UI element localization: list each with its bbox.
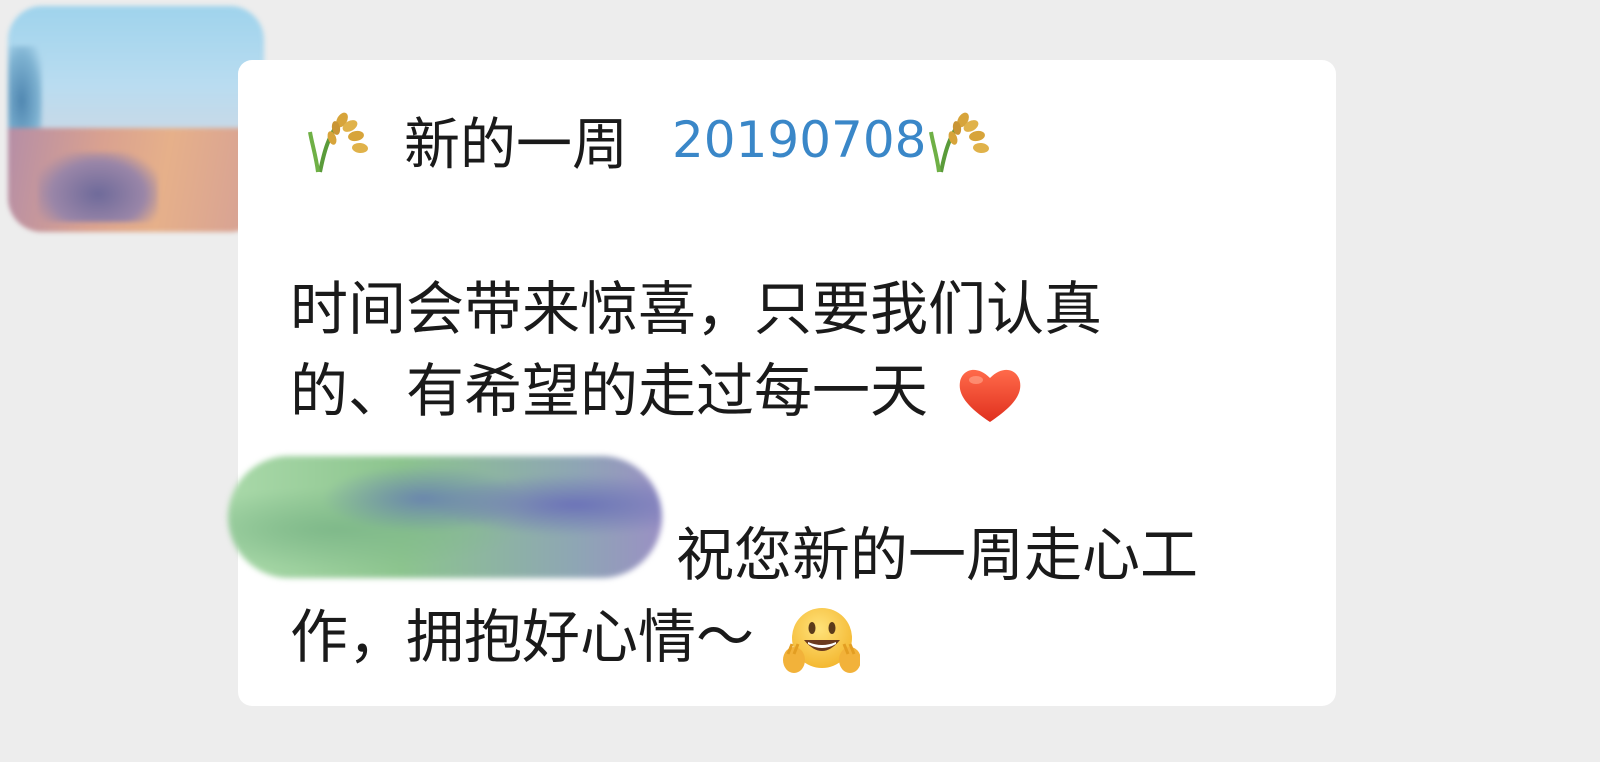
message-line-1: 时间会带来惊喜，只要我们认真 bbox=[290, 275, 1103, 343]
message-title: 新的一周 bbox=[404, 112, 628, 178]
message-line-2-text: 的、有希望的走过每一天 bbox=[290, 357, 929, 425]
smiley-hands-icon bbox=[783, 607, 861, 673]
rice-icon bbox=[308, 112, 368, 173]
heart-icon bbox=[960, 369, 1021, 422]
message-line-3: 祝您新的一周走心工 bbox=[676, 521, 1199, 589]
redacted-name bbox=[228, 456, 662, 578]
message-line-4-text: 作，拥抱好心情～ bbox=[290, 603, 755, 671]
message-date: 20190708 bbox=[672, 111, 927, 169]
message-line-2: 的、有希望的走过每一天 bbox=[290, 344, 1024, 428]
message-line-4: 作，拥抱好心情～ bbox=[290, 590, 861, 678]
message-title-row: 新的一周 20190708 bbox=[306, 104, 999, 178]
rice-icon bbox=[928, 112, 989, 173]
sender-avatar[interactable] bbox=[8, 6, 264, 232]
